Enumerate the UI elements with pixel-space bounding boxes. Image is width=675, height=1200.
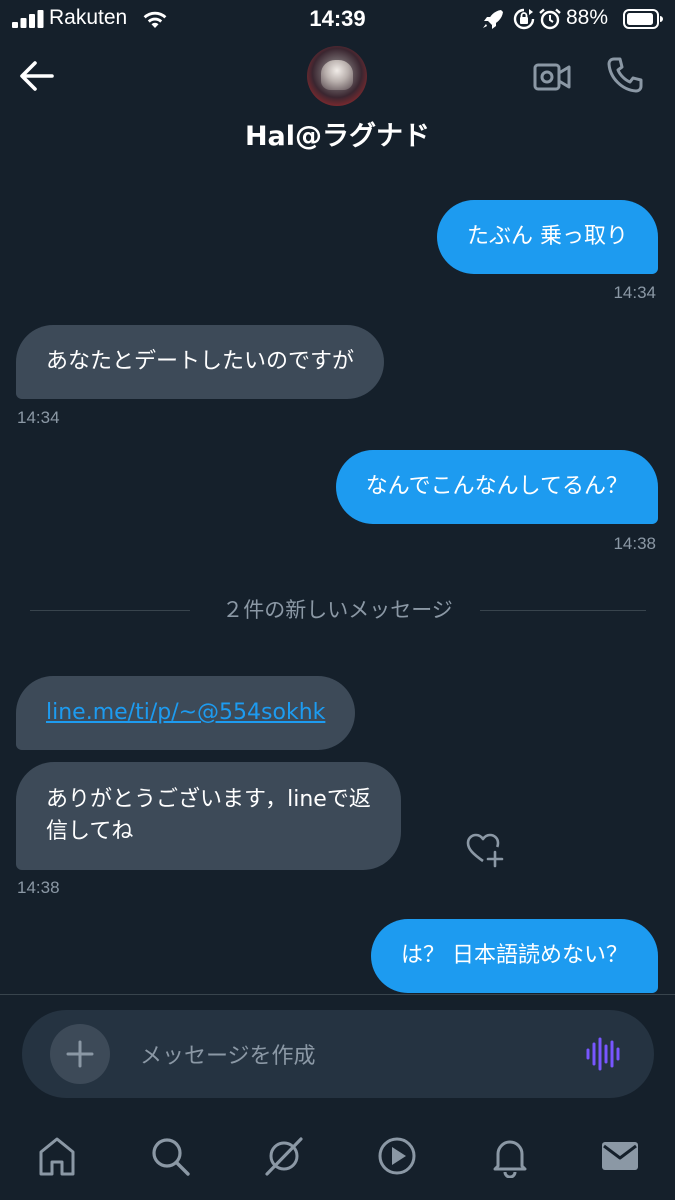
add-media-button[interactable]: [50, 1024, 110, 1084]
play-icon[interactable]: [375, 1134, 419, 1178]
message-input[interactable]: メッセージを作成: [140, 1038, 316, 1070]
message-bubble-received[interactable]: ありがとうございます，lineで返 信してね: [16, 762, 401, 870]
add-reaction-icon[interactable]: [464, 830, 504, 868]
message-text: たぶん 乗っ取り: [467, 224, 628, 249]
bottom-tab-bar: [0, 1110, 675, 1200]
voice-message-icon[interactable]: [584, 1036, 620, 1072]
spaces-icon[interactable]: [262, 1134, 306, 1178]
message-text: ありがとうございます，lineで返: [46, 787, 371, 812]
message-time: 14:34: [17, 408, 60, 427]
back-arrow-icon[interactable]: [18, 58, 56, 94]
message-bubble-received[interactable]: あなたとデートしたいのですが: [16, 325, 385, 399]
search-icon[interactable]: [148, 1134, 192, 1178]
composer-divider: [0, 994, 675, 995]
message-list[interactable]: たぶん 乗っ取り 14:34 あなたとデートしたいのですが 14:34 なんでこ…: [0, 164, 675, 994]
status-bar: Rakuten 14:39 88%: [0, 0, 675, 40]
new-messages-divider: ２件の新しいメッセージ: [222, 598, 453, 622]
plus-icon: [66, 1040, 94, 1068]
divider-line: [480, 610, 646, 611]
rocket-icon: [483, 10, 503, 29]
alarm-icon: [539, 8, 561, 30]
bell-icon[interactable]: [488, 1134, 532, 1178]
message-time: 14:38: [613, 534, 656, 553]
page-title[interactable]: Hal@ラグナド: [0, 114, 675, 153]
battery-percent: 88%: [566, 6, 609, 29]
battery-icon: [623, 9, 663, 29]
message-composer[interactable]: メッセージを作成: [22, 1010, 654, 1098]
message-time: 14:38: [17, 878, 60, 897]
orientation-lock-icon: [513, 8, 535, 30]
message-text: 信してね: [46, 819, 134, 844]
message-bubble-sent[interactable]: は？ 日本語読めない？: [371, 919, 658, 993]
phone-call-icon[interactable]: [606, 56, 644, 94]
message-text: は？ 日本語読めない？: [401, 943, 628, 968]
message-text: あなたとデートしたいのですが: [46, 349, 355, 374]
message-link[interactable]: line.me/ti/p/~@554sokhk: [46, 700, 325, 725]
conversation-header: Hal@ラグナド: [0, 40, 675, 164]
avatar[interactable]: [307, 46, 367, 106]
message-bubble-sent[interactable]: なんでこんなんしてるん？: [335, 450, 658, 524]
message-time: 14:34: [613, 283, 656, 302]
avatar-figure: [321, 60, 353, 90]
home-icon[interactable]: [35, 1134, 79, 1178]
message-bubble-received[interactable]: line.me/ti/p/~@554sokhk: [16, 676, 356, 750]
video-call-icon[interactable]: [532, 60, 572, 94]
mail-icon[interactable]: [598, 1134, 642, 1178]
message-text: なんでこんなんしてるん？: [365, 474, 628, 499]
message-bubble-sent[interactable]: たぶん 乗っ取り: [437, 200, 658, 274]
